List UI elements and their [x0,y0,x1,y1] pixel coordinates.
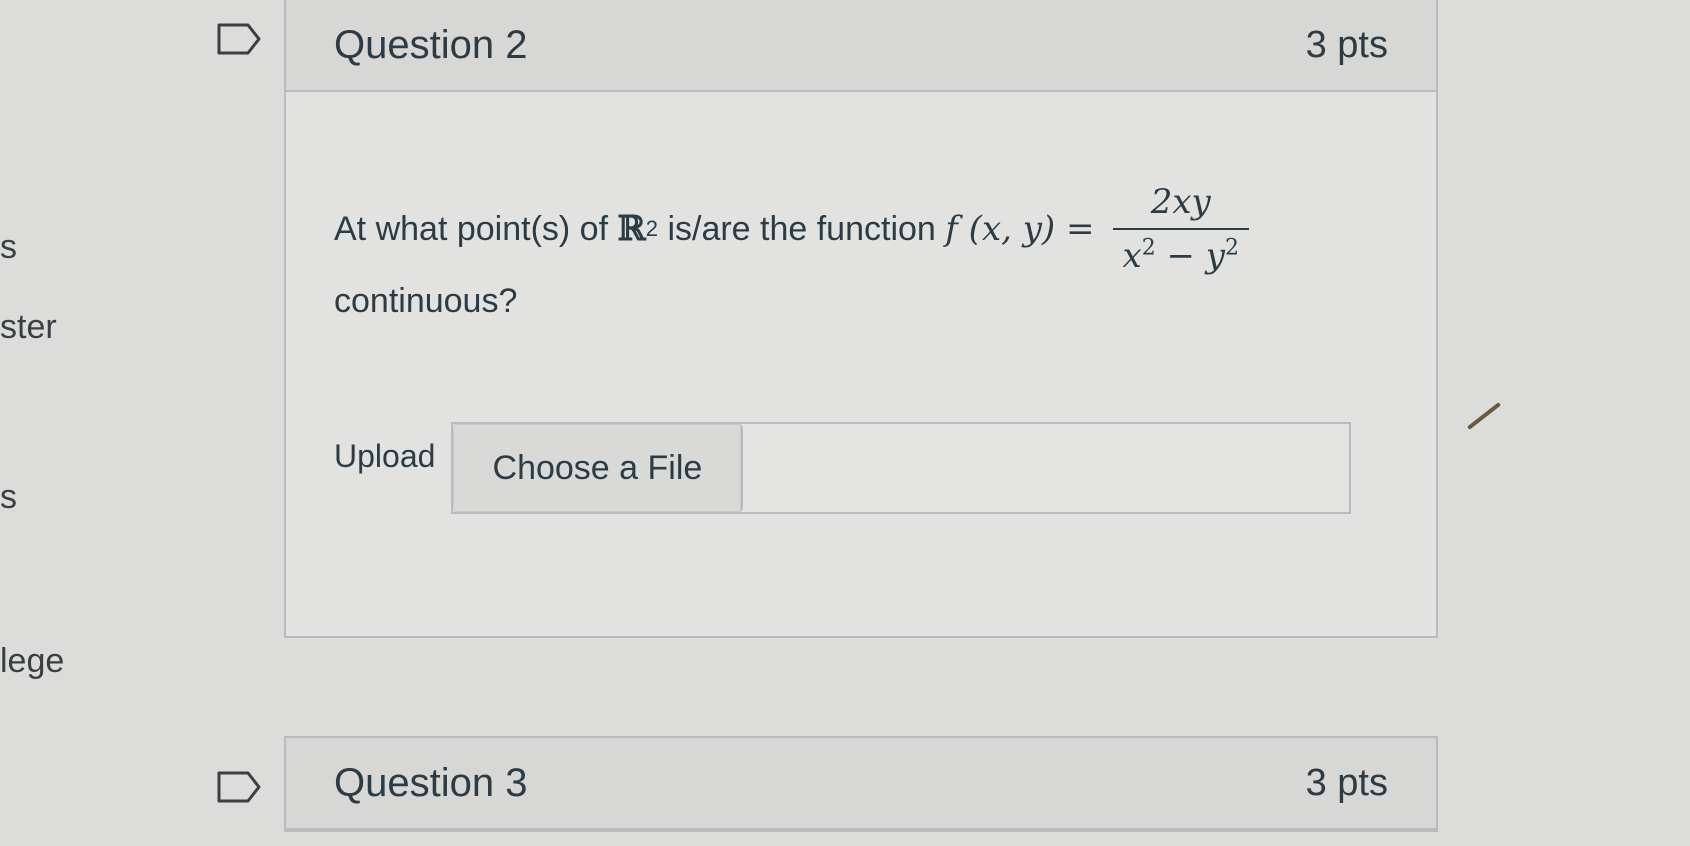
question-2-card: Question 2 3 pts At what point(s) of ℝ2 … [284,0,1438,638]
function-lhs: f (x, y) = [945,209,1095,249]
question-title: Question 3 [334,760,528,805]
question-title: Question 2 [334,22,528,67]
fraction-denominator: x2 − y2 [1112,228,1250,276]
sidebar-fragment-2[interactable]: ster [0,308,57,347]
file-upload-field[interactable]: Choose a File [451,422,1352,514]
choose-file-button[interactable]: Choose a File [453,424,744,512]
quiz-page: s ster s lege Question 2 3 pts At what p… [0,0,1690,846]
sidebar-fragment-3[interactable]: s [0,478,17,517]
pen-mark [1467,402,1501,430]
function-fraction: 2xy x2 − y2 [1112,182,1250,276]
question-text-mid: is/are the function [667,209,936,248]
fraction-numerator: 2xy [1150,182,1211,222]
question-text-start: At what point(s) of [334,209,609,248]
question-3-card: Question 3 3 pts [284,736,1438,832]
question-header: Question 3 3 pts [286,738,1436,830]
flag-icon[interactable] [216,770,262,804]
question-header: Question 2 3 pts [286,0,1436,92]
question-points: 3 pts [1305,23,1388,66]
question-body: At what point(s) of ℝ2 is/are the functi… [286,92,1436,636]
question-text: At what point(s) of ℝ2 is/are the functi… [334,182,1250,276]
question-text-end: continuous? [334,282,518,320]
question-points: 3 pts [1305,761,1388,804]
upload-label: Upload [334,438,436,474]
real-set-symbol: ℝ [617,209,646,249]
flag-icon[interactable] [216,22,262,56]
sidebar-fragment-4[interactable]: lege [0,642,64,681]
sidebar-fragment-1[interactable]: s [0,228,17,267]
upload-row: Upload Choose a File [334,422,1352,514]
